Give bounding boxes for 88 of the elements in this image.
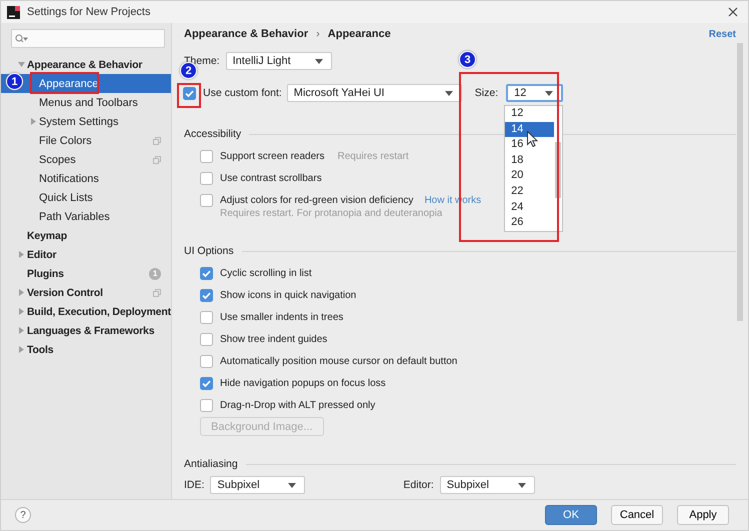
checkbox[interactable] [200,310,213,324]
breadcrumb-item: Appearance [328,28,391,40]
scrollbar[interactable] [737,43,743,321]
tree-item[interactable]: Path Variables [1,207,171,226]
section-title: UI Options [184,245,234,257]
field-label: Editor: [403,479,434,491]
font-dropdown[interactable]: Microsoft YaHei UI [286,84,462,102]
checkbox[interactable] [200,266,213,280]
expand-arrow-icon[interactable] [18,308,25,315]
checkbox-label: Use contrast scrollbars [220,172,322,184]
help-button[interactable]: ? [15,507,31,523]
caret-icon [314,58,323,64]
hint-text: Requires restart [338,150,409,162]
tree-item[interactable]: Version Control [1,283,171,302]
tree-item[interactable]: Notifications [1,169,171,188]
expand-arrow-icon[interactable] [18,251,25,258]
checkbox[interactable] [200,398,213,412]
list-option[interactable]: 24 [505,200,554,216]
caret-icon [518,482,526,488]
checkbox[interactable] [200,172,213,184]
checkbox-label: Automatically position mouse cursor on default button [220,356,458,366]
tree-item[interactable]: Build, Execution, Deployment [1,302,171,321]
window-title: Settings for New Projects [27,6,150,18]
tree-item[interactable]: Quick Lists [1,188,171,207]
tree-item[interactable]: System Settings [1,112,171,131]
highlight-frame [30,72,99,94]
tree-item[interactable]: File Colors [1,131,171,150]
antialiasing-dropdown[interactable]: Subpixel [210,476,306,494]
collapse-arrow-icon[interactable] [18,61,25,68]
checkbox[interactable] [183,86,196,100]
checkbox[interactable] [200,150,213,162]
dialog-button[interactable]: Cancel [611,505,663,525]
dialog-button[interactable]: Apply [677,505,729,525]
checkbox[interactable] [200,288,213,302]
expand-arrow-icon[interactable] [18,289,25,296]
list-option[interactable]: 20 [505,168,554,184]
tree-item[interactable]: Plugins 1 [1,264,171,283]
dialog-button[interactable]: OK [545,505,597,525]
field-label: IDE: [184,479,204,491]
highlight-frame [177,83,201,108]
list-option[interactable]: 26 [505,215,554,231]
checkbox-label: Adjust colors for red-green vision deficiency [220,194,414,206]
checkbox-label: Use custom font: [203,87,282,99]
checkbox[interactable] [200,194,213,206]
tree-item[interactable]: Appearance & Behavior [1,55,171,74]
tree-item[interactable]: Menus and Toolbars [1,93,171,112]
checkbox-label: Drag-n-Drop with ALT pressed only [220,400,376,410]
checkbox-label: Use smaller indents in trees [220,312,344,322]
checkbox-label: Cyclic scrolling in list [220,268,312,278]
list-option[interactable]: 12 [505,106,554,122]
caret-icon [545,90,554,96]
tree-item[interactable]: Editor [1,245,171,264]
checkbox-label: Support screen readers [220,150,325,162]
list-option[interactable]: 16 [505,137,554,153]
section-title: Antialiasing [184,458,238,470]
pointer-icon [527,131,538,147]
close-icon[interactable] [728,7,738,17]
field-label: Size: [474,87,498,99]
checkbox-label: Show tree indent guides [220,334,328,344]
app-icon [7,6,20,18]
antialiasing-dropdown[interactable]: Subpixel [440,476,535,494]
list-option[interactable]: 18 [505,152,554,168]
caret-icon [444,90,453,96]
search-field[interactable] [11,29,165,48]
breadcrumb-item[interactable]: Appearance & Behavior [184,28,308,40]
caret-icon [288,482,296,488]
tree-item[interactable]: Scopes [1,150,171,169]
size-dropdown[interactable]: 12 [506,84,564,102]
theme-dropdown[interactable]: IntelliJ Light [226,52,332,70]
list-option[interactable]: 22 [505,184,554,200]
expand-arrow-icon[interactable] [30,118,37,125]
checkbox[interactable] [200,354,213,368]
reset-link[interactable]: Reset [708,29,736,40]
breadcrumb-separator: › [316,28,320,40]
tree-item[interactable]: Keymap [1,226,171,245]
tree-item[interactable]: Tools [1,340,171,359]
checkbox[interactable] [200,332,213,346]
count-badge: 1 [149,268,161,280]
section-title: Accessibility [184,128,242,140]
checkbox-label: Hide navigation popups on focus loss [220,378,386,388]
expand-arrow-icon[interactable] [18,327,25,334]
expand-arrow-icon[interactable] [18,346,25,353]
hint-text: Requires restart. For protanopia and deuteranopia [220,208,442,218]
tree-item[interactable]: Languages & Frameworks [1,321,171,340]
list-option[interactable]: 14 [505,122,554,138]
search-icon [15,34,28,43]
checkbox-label: Show icons in quick navigation [220,290,356,300]
checkbox[interactable] [200,376,213,390]
